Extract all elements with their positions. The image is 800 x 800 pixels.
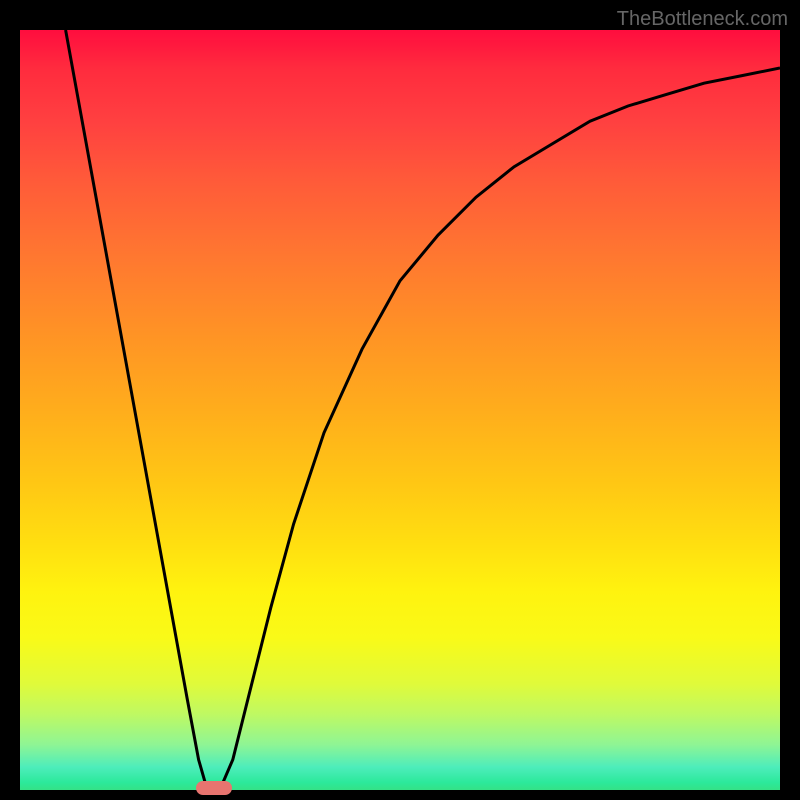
minimum-marker — [196, 781, 232, 795]
watermark-text: TheBottleneck.com — [617, 8, 788, 31]
chart-container — [20, 30, 780, 790]
bottleneck-curve — [20, 30, 780, 790]
